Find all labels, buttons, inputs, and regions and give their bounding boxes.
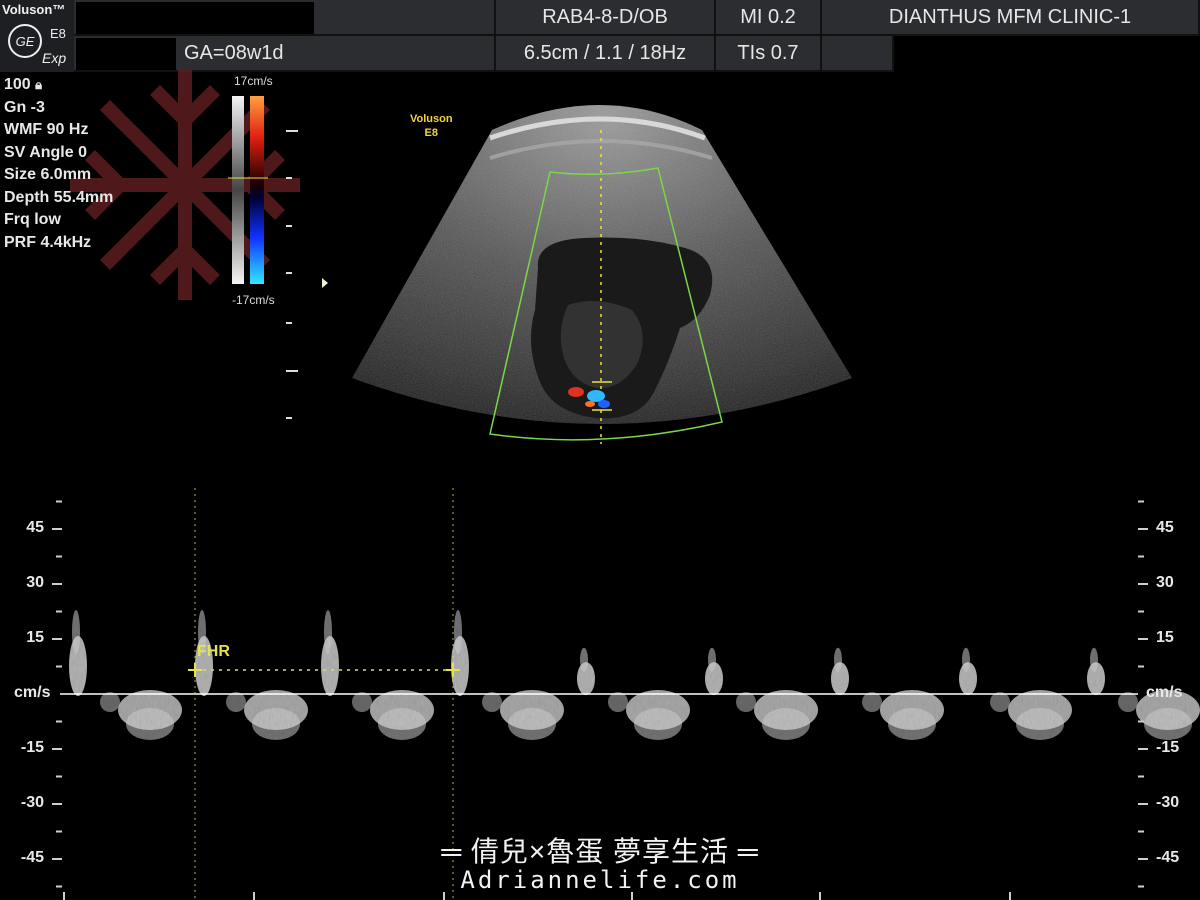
mi-cell: MI 0.2 [716, 0, 822, 36]
clinic-cell: DIANTHUS MFM CLINIC-1 [822, 0, 1200, 36]
param-gain: Gn -3 [4, 98, 45, 116]
brand-model: E8 [50, 26, 66, 41]
spectrum-waveform [60, 580, 1200, 780]
colorbar-bottom-label: -17cm/s [232, 293, 275, 307]
probe-params: 6.5cm / 1.1 / 18Hz [523, 41, 687, 64]
scale-label-left-2: 15 [26, 629, 44, 646]
watermark-url: Adriannelife.com [460, 866, 740, 894]
unit-label-right: cm/s [1146, 684, 1183, 701]
scale-label-left-1: 30 [26, 574, 44, 591]
brand-name: Voluson™ [2, 2, 66, 17]
empty-cell [822, 36, 894, 72]
scale-label-left-3: -15 [20, 739, 44, 756]
fhr-label: FHR [197, 643, 230, 660]
unit-label-left: cm/s [14, 684, 51, 701]
scale-label-right-1: 30 [1156, 574, 1174, 591]
scale-label-left-0: 45 [26, 519, 44, 536]
parameter-list: 100 🔒︎ Gn -3 WMF 90 Hz SV Angle 0 Size 6… [4, 74, 144, 254]
scale-label-right-0: 45 [1156, 519, 1174, 536]
thermal-index: TIs 0.7 [737, 41, 799, 64]
watermark-title: ═ 倩兒×魯蛋 夢享生活 ═ [441, 836, 759, 867]
clinic-name: DIANTHUS MFM CLINIC-1 [888, 5, 1132, 28]
param-depth: Depth 55.4mm [4, 188, 114, 206]
b-mode-image [352, 105, 852, 444]
ge-logo-icon: GE [8, 24, 42, 58]
probe-cell: RAB4-8-D/OB [496, 0, 716, 36]
scale-label-right-4: -30 [1156, 794, 1180, 811]
scale-label-right-3: -15 [1156, 739, 1180, 756]
lock-icon: 🔒︎ [35, 77, 43, 92]
color-velocity-bar [228, 96, 268, 284]
param-sv-angle: SV Angle 0 [4, 143, 87, 161]
spectrum-grain [60, 580, 1138, 780]
scale-label-right-2: 15 [1156, 629, 1174, 646]
tis-cell: TIs 0.7 [716, 36, 822, 72]
param-prf: PRF 4.4kHz [4, 233, 92, 251]
param-power: 100 🔒︎ [4, 76, 43, 93]
probe-params-cell: 6.5cm / 1.1 / 18Hz [496, 36, 716, 72]
spectrum-pulse [1144, 708, 1192, 740]
param-wmf: WMF 90 Hz [4, 121, 89, 138]
depth-ruler [286, 130, 328, 419]
colorbar-top-label: 17cm/s [234, 74, 273, 88]
mechanical-index: MI 0.2 [740, 5, 796, 28]
scale-label-left-4: -30 [20, 794, 44, 811]
param-frq: Frq low [4, 211, 61, 228]
param-size: Size 6.0mm [4, 166, 92, 183]
redacted-patient-name [76, 2, 314, 34]
focus-marker-icon [322, 278, 328, 288]
probe-name: RAB4-8-D/OB [542, 5, 668, 28]
